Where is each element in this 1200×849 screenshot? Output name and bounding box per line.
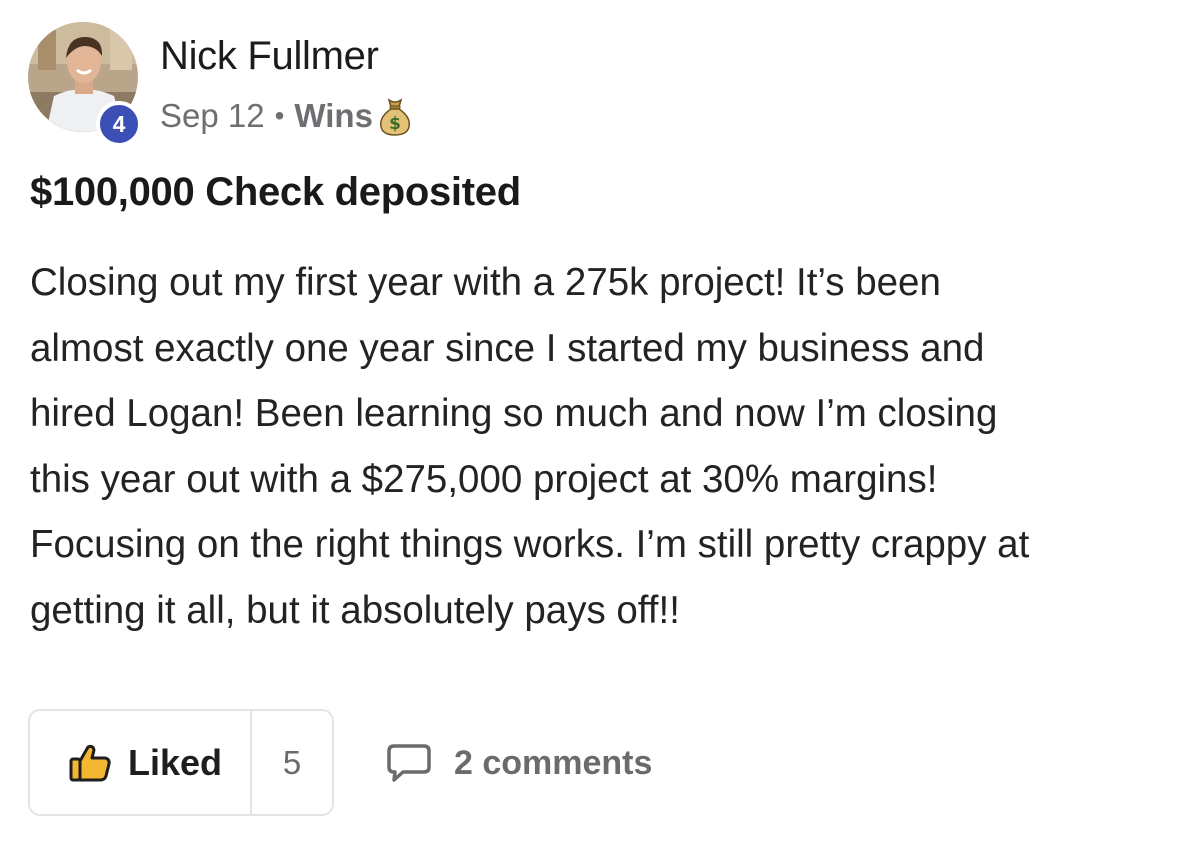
post-body-line: getting it all, but it absolutely pays o… bbox=[30, 588, 680, 632]
author-name[interactable]: Nick Fullmer bbox=[160, 34, 379, 79]
post-header: 4 Nick Fullmer Sep 12 • Wins $ bbox=[28, 22, 628, 147]
post-date[interactable]: Sep 12 bbox=[160, 97, 265, 135]
category-label[interactable]: Wins bbox=[294, 97, 373, 135]
level-badge: 4 bbox=[96, 101, 142, 147]
post-meta: Sep 12 • Wins $ bbox=[160, 96, 413, 136]
like-control: Liked 5 bbox=[28, 709, 334, 816]
svg-text:$: $ bbox=[389, 114, 401, 134]
money-bag-icon: $ bbox=[377, 97, 413, 137]
like-button[interactable]: Liked bbox=[30, 711, 250, 814]
comments-button[interactable]: 2 comments bbox=[386, 738, 652, 788]
post-body-line: Closing out my first year with a 275k pr… bbox=[30, 261, 941, 304]
like-count[interactable]: 5 bbox=[252, 711, 332, 814]
post-body: Closing out my first year with a 275k pr… bbox=[30, 250, 1180, 643]
post-body-line: this year out with a $275,000 project at… bbox=[30, 457, 938, 501]
post-body-line: hired Logan! Been learning so much and n… bbox=[30, 392, 998, 435]
like-label: Liked bbox=[128, 741, 223, 783]
post-title: $100,000 Check deposited bbox=[30, 170, 521, 214]
post-body-line: almost exactly one year since I started … bbox=[30, 326, 985, 370]
post-body-line: Focusing on the right things works. I’m … bbox=[30, 523, 1030, 566]
comments-label: 2 comments bbox=[454, 743, 653, 782]
thumbs-up-icon bbox=[69, 744, 111, 781]
comment-bubble-icon bbox=[387, 744, 431, 782]
meta-separator: • bbox=[274, 100, 285, 131]
